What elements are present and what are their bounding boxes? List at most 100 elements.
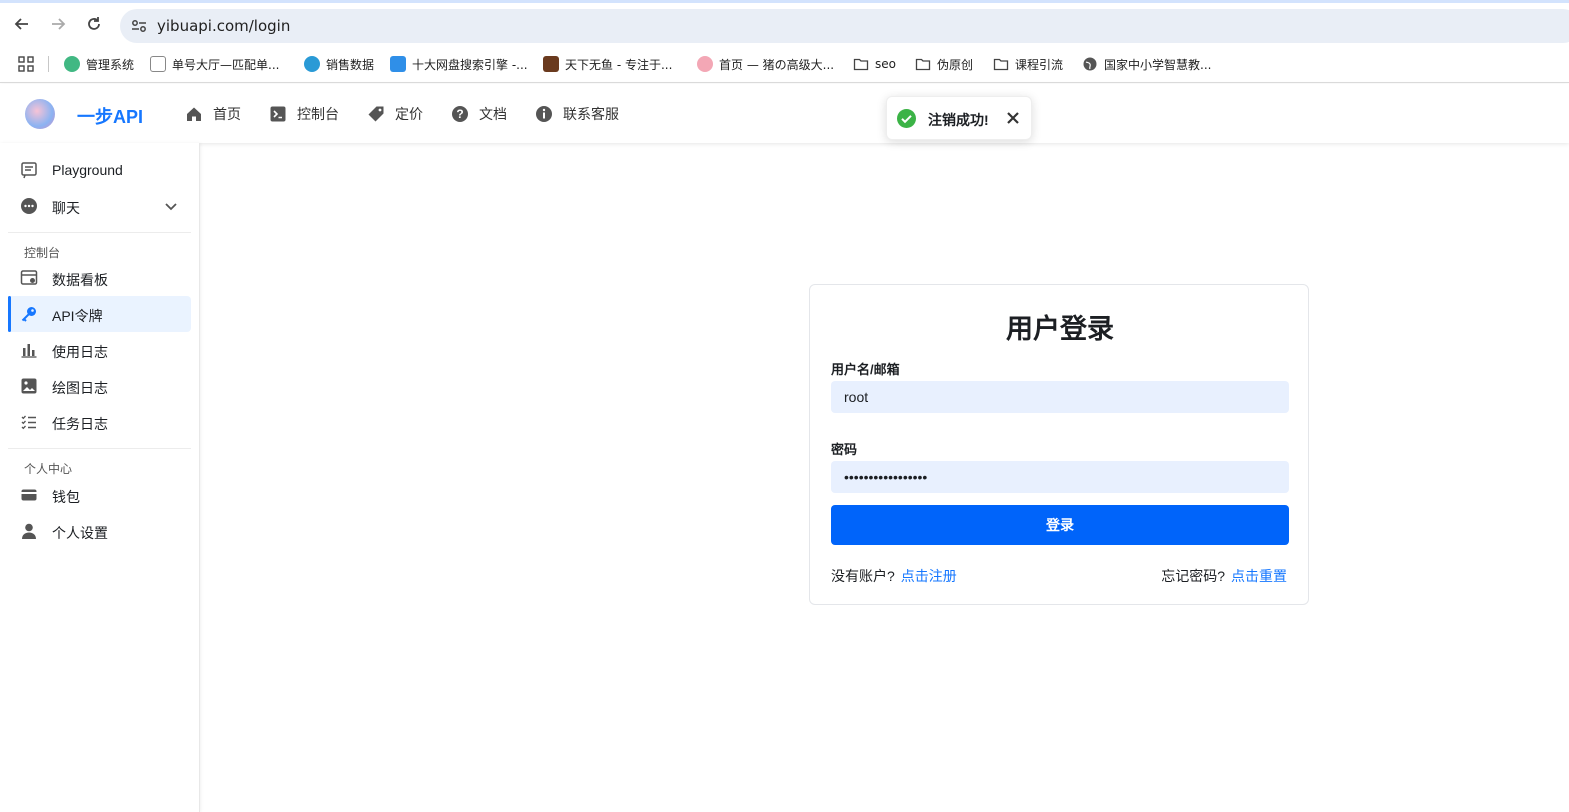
bookmark-item[interactable]: 首页 — 猪の高级大... [697,53,834,75]
tag-icon [368,106,384,122]
username-label: 用户名/邮箱 [831,362,900,377]
nav-label: 控制台 [297,106,339,122]
site-settings-icon[interactable] [130,17,148,35]
apps-grid-icon[interactable] [17,55,35,73]
nav-label: 定价 [395,106,423,122]
bookmark-item[interactable]: 销售数据 [304,53,374,75]
nav-console[interactable]: 控制台 [269,103,339,125]
sidebar-item-label: 数据看板 [52,272,108,288]
reset-password-link[interactable]: 点击重置 [1231,568,1287,584]
bookmark-label: 国家中小学智慧教... [1104,57,1212,72]
login-title: 用户登录 [1006,314,1114,344]
bookmark-item[interactable]: 管理系统 [64,53,134,75]
home-icon [187,107,201,121]
sidebar: Playground 聊天 控制台 数据看板 API令牌 使用日志 绘图日志 任… [0,143,200,812]
sidebar-item-api-tokens[interactable]: API令牌 [8,296,191,332]
address-url[interactable]: yibuapi.com/login [157,17,290,35]
image-icon [543,56,559,72]
sidebar-item-drawing-logs[interactable]: 绘图日志 [8,368,191,404]
shield-icon [304,56,320,72]
bookmarks-bar: 管理系统 单号大厅—匹配单... 销售数据 十大网盘搜索引擎 -... 天下无鱼… [0,47,1569,83]
register-link[interactable]: 点击注册 [901,568,957,584]
folder-icon [853,58,869,71]
brand-logo[interactable] [25,99,55,129]
arrow-right-icon [52,18,66,30]
sidebar-divider [8,232,191,233]
reset-prompt: 忘记密码? 点击重置 [1161,566,1287,586]
bookmark-item[interactable]: 单号大厅—匹配单... [150,53,279,75]
register-prompt: 没有账户? 点击注册 [831,566,957,586]
terminal-icon [270,106,286,122]
sidebar-item-wallet[interactable]: 钱包 [8,477,191,513]
arrow-left-icon [14,18,28,30]
image-icon [21,378,37,394]
sidebar-item-playground[interactable]: Playground [8,152,191,188]
sidebar-item-task-logs[interactable]: 任务日志 [8,404,191,440]
bookmark-item[interactable]: 天下无鱼 - 专注于... [543,53,672,75]
pig-icon [697,56,713,72]
sidebar-item-label: 钱包 [52,489,80,505]
nav-label: 文档 [479,106,507,122]
key-icon [21,307,36,322]
help-icon: ? [452,106,468,122]
forward-button[interactable] [46,12,70,36]
page-icon [150,56,166,72]
playground-icon [21,162,37,179]
login-button[interactable]: 登录 [831,505,1289,545]
brand-name[interactable]: 一步API [77,103,143,129]
username-input[interactable] [831,381,1289,413]
sidebar-item-chat[interactable]: 聊天 [8,188,191,224]
forgot-password-text: 忘记密码? [1161,568,1225,584]
password-label: 密码 [831,442,858,457]
bookmark-label: 天下无鱼 - 专注于... [565,57,673,72]
sidebar-item-label: 绘图日志 [52,380,108,396]
app-header: 一步API 首页 控制台 定价 ? 文档 联系客服 [0,84,1569,143]
bookmark-label: 伪原创 [937,57,974,72]
toast-message: 注销成功! [928,112,989,128]
dashboard-icon [20,270,38,285]
reload-icon [88,17,100,30]
nav-home[interactable]: 首页 [185,103,241,125]
close-icon[interactable] [1004,109,1022,127]
bookmarks-separator [48,56,49,72]
ling-icon [390,56,406,72]
chat-icon [21,198,37,214]
nav-pricing[interactable]: 定价 [367,103,423,125]
bookmark-folder[interactable]: 课程引流 [993,53,1063,75]
sidebar-item-label: 使用日志 [52,344,108,360]
sidebar-item-label: 个人设置 [52,525,108,541]
bookmark-label: 课程引流 [1015,57,1064,72]
back-button[interactable] [10,12,34,36]
bookmark-label: 十大网盘搜索引擎 -... [412,57,528,72]
globe-icon [1083,57,1097,71]
nav-label: 联系客服 [563,106,619,122]
sidebar-item-dashboard[interactable]: 数据看板 [8,260,191,296]
reload-button[interactable] [82,12,106,36]
password-input[interactable] [831,461,1289,493]
chevron-down-icon[interactable] [163,198,179,214]
info-icon [536,106,552,122]
bookmark-label: 单号大厅—匹配单... [172,57,280,72]
sidebar-item-usage-logs[interactable]: 使用日志 [8,332,191,368]
user-icon [22,523,36,539]
folder-icon [915,58,931,71]
success-toast: 注销成功! [886,96,1032,140]
check-circle-icon [897,109,916,128]
login-card: 用户登录 用户名/邮箱 密码 登录 没有账户? 点击注册 忘记密码? 点击重置 [809,284,1309,605]
bookmark-label: 管理系统 [86,57,135,72]
sidebar-item-settings[interactable]: 个人设置 [8,513,191,549]
bookmark-folder[interactable]: 伪原创 [915,53,973,75]
nav-support[interactable]: 联系客服 [535,103,619,125]
nav-docs[interactable]: ? 文档 [451,103,507,125]
bookmark-folder[interactable]: seo [853,53,896,75]
bookmark-item[interactable]: 十大网盘搜索引擎 -... [390,53,528,75]
task-list-icon [21,415,36,430]
bookmark-label: seo [875,57,896,71]
bookmark-label: 首页 — 猪の高级大... [719,57,835,72]
browser-toolbar: yibuapi.com/login [0,3,1569,47]
bar-chart-icon [21,344,37,358]
bookmark-item[interactable]: 国家中小学智慧教... [1082,53,1211,75]
sidebar-item-label: 任务日志 [52,416,108,432]
sidebar-section-title: 控制台 [24,246,61,260]
address-bar[interactable]: yibuapi.com/login [120,9,1569,43]
